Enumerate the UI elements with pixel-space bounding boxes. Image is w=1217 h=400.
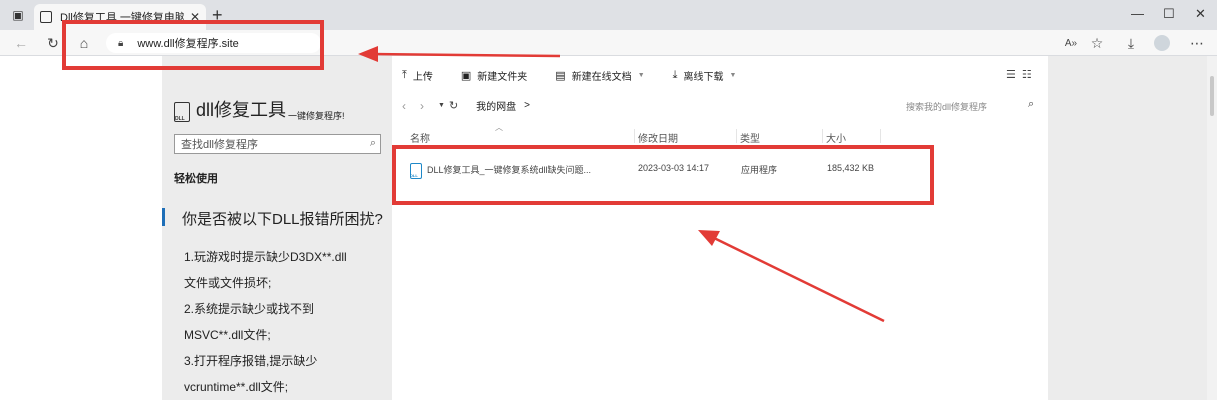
new-folder-button[interactable]: ▣ 新建文件夹 [461, 68, 527, 83]
tab-actions-icon[interactable]: ▣ [10, 7, 26, 23]
column-modified[interactable]: 修改日期 [638, 130, 678, 145]
profile-avatar[interactable] [1154, 35, 1170, 51]
site-search-placeholder: 查找dll修复程序 [181, 139, 259, 151]
info-line: vcruntime**.dll文件; [184, 380, 289, 394]
offline-download-label: 离线下载 [683, 72, 724, 83]
folder-plus-icon: ▣ [460, 70, 472, 82]
address-highlight-box [62, 20, 324, 70]
breadcrumb-root[interactable]: 我的网盘 [476, 98, 516, 113]
page-scrollbar[interactable] [1207, 56, 1217, 400]
info-line: 文件或文件损坏; [184, 276, 272, 290]
column-header: 名称 修改日期 类型 大小 [402, 128, 882, 146]
section-heading: 轻松使用 [174, 173, 218, 185]
column-divider[interactable] [634, 129, 635, 143]
read-aloud-icon[interactable]: A» [1062, 34, 1080, 52]
info-line: 2.系统提示缺少或找不到 [184, 302, 315, 316]
chevron-down-icon[interactable]: ▼ [730, 72, 737, 79]
question-heading: 你是否被以下DLL报错所困扰? [162, 208, 383, 229]
dll-logo-icon [174, 102, 190, 122]
new-folder-label: 新建文件夹 [477, 72, 528, 83]
page-right-margin [1048, 56, 1217, 400]
page-favicon-icon [40, 11, 52, 23]
nav-forward-icon[interactable]: › [420, 99, 424, 113]
info-line: 3.打开程序报错,提示缺少 [184, 354, 318, 368]
site-sidebar: dll修复工具 一键修复程序! 查找dll修复程序 ⌕ 轻松使用 你是否被以下D… [162, 56, 392, 400]
new-online-doc-button[interactable]: ▤ 新建在线文档 ▼ [555, 68, 644, 83]
refresh-icon[interactable]: ↻ [449, 99, 458, 112]
column-name[interactable]: 名称 [410, 130, 430, 145]
offline-download-button[interactable]: ⤓ 离线下载 ▼ [673, 68, 737, 83]
download-icon: ⤓ [672, 69, 678, 81]
column-divider[interactable] [880, 129, 881, 143]
back-arrow-icon[interactable]: ← [12, 34, 30, 52]
more-menu-icon[interactable]: ⋯ [1188, 34, 1206, 52]
history-dropdown-icon[interactable]: ▼ [438, 102, 445, 109]
new-doc-label: 新建在线文档 [571, 72, 632, 83]
breadcrumb-separator: > [524, 100, 530, 111]
file-nav: ‹ › ▼ ↻ 我的网盘 > [402, 98, 530, 114]
file-toolbar: ⤒ 上传 ▣ 新建文件夹 ▤ 新建在线文档 ▼ ⤓ 离线下载 ▼ [402, 68, 764, 83]
maximize-button[interactable]: ☐ [1163, 6, 1175, 22]
view-toggle[interactable]: ☰☷ [1006, 68, 1038, 81]
logo-subtitle: 一键修复程序! [288, 111, 345, 121]
search-icon[interactable]: ⌕ [1028, 98, 1034, 111]
logo-title: dll修复工具 [196, 100, 287, 120]
refresh-icon[interactable]: ↻ [44, 34, 62, 52]
minimize-button[interactable]: — [1131, 6, 1144, 21]
download-icon[interactable]: ⤓ [1122, 34, 1140, 52]
upload-button[interactable]: ⤒ 上传 [402, 68, 433, 83]
info-line: MSVC**.dll文件; [184, 328, 271, 342]
nav-back-icon[interactable]: ‹ [402, 99, 406, 113]
file-manager: ⤒ 上传 ▣ 新建文件夹 ▤ 新建在线文档 ▼ ⤓ 离线下载 ▼ ☰☷ ‹ › … [392, 56, 1048, 400]
upload-icon: ⤒ [402, 69, 407, 81]
document-icon: ▤ [555, 70, 566, 82]
column-size[interactable]: 大小 [826, 130, 846, 145]
site-search-input[interactable]: 查找dll修复程序 ⌕ [174, 134, 381, 154]
column-type[interactable]: 类型 [740, 130, 760, 145]
upload-label: 上传 [412, 72, 433, 83]
scrollbar-thumb[interactable] [1210, 76, 1214, 116]
close-window-button[interactable]: ✕ [1195, 6, 1206, 22]
chevron-down-icon[interactable]: ▼ [638, 72, 645, 79]
search-icon[interactable]: ⌕ [370, 137, 376, 150]
info-line: 1.玩游戏时提示缺少D3DX**.dll [184, 250, 347, 264]
site-logo: dll修复工具 一键修复程序! [174, 96, 345, 122]
favorite-star-icon[interactable]: ☆ [1088, 34, 1106, 52]
column-divider[interactable] [736, 129, 737, 143]
file-highlight-box [392, 145, 934, 205]
column-divider[interactable] [822, 129, 823, 143]
file-search-input[interactable]: 搜索我的dll修复程序 [906, 100, 987, 113]
